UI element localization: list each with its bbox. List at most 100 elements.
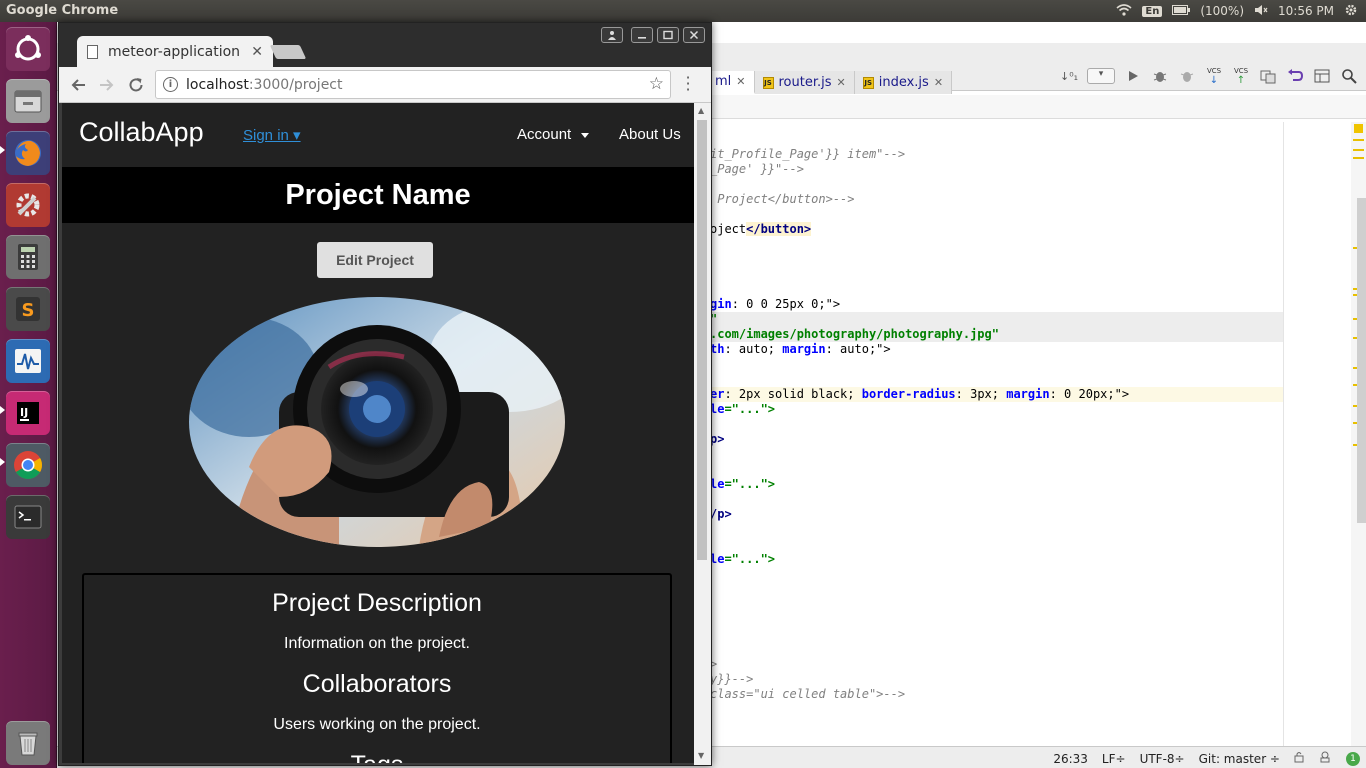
svg-text:S: S [22, 300, 35, 321]
close-icon[interactable]: ✕ [837, 76, 846, 89]
close-icon[interactable]: ✕ [736, 75, 745, 88]
account-label: Account [517, 126, 572, 143]
code-line: th: auto; margin: auto;"> [710, 342, 891, 356]
editor-tabs: ml ✕ JS router.js ✕ JS index.js ✕ [707, 71, 953, 94]
editor-scrollbar-thumb[interactable] [1357, 198, 1366, 523]
browser-tab[interactable]: meteor-application ✕ [77, 36, 273, 67]
site-navbar: CollabApp Sign in ▾ Account About Us [62, 103, 694, 167]
maximize-icon[interactable] [657, 27, 679, 43]
code-editor[interactable]: it_Profile_Page'}} item"--> _Page' }}"--… [707, 122, 1283, 747]
tags-heading: Tags [84, 751, 670, 763]
close-icon[interactable]: ✕ [934, 76, 943, 89]
line-separator[interactable]: LF÷ [1102, 752, 1126, 766]
profile-icon[interactable] [601, 27, 623, 43]
inspection-status-icon[interactable] [1354, 124, 1363, 133]
caret-position[interactable]: 26:33 [1053, 752, 1088, 766]
collaborators-heading: Collaborators [302, 670, 452, 698]
revert-icon[interactable] [1286, 67, 1304, 85]
editor-tab-label: router.js [778, 75, 832, 90]
tab-title: meteor-application [108, 43, 241, 60]
system-monitor-icon[interactable] [6, 339, 50, 383]
system-settings-icon[interactable] [6, 183, 50, 227]
inspector-icon[interactable] [1318, 750, 1332, 767]
forward-arrow-icon[interactable] [96, 74, 118, 96]
keyboard-layout-indicator[interactable]: En [1142, 5, 1163, 17]
intellij-idea-icon[interactable]: IJ [6, 391, 50, 435]
editor-tab-html[interactable]: ml ✕ [707, 71, 755, 94]
address-bar[interactable]: i localhost:3000/project ☆ [155, 70, 671, 99]
google-chrome-icon[interactable] [6, 443, 50, 487]
ubuntu-dash-icon[interactable] [6, 27, 50, 71]
terminal-icon[interactable] [6, 495, 50, 539]
compare-icon[interactable] [1259, 67, 1277, 85]
sort-numeric-icon[interactable]: ↓⁰₁ [1060, 67, 1078, 85]
files-icon[interactable] [6, 79, 50, 123]
sublime-text-icon[interactable]: S [6, 287, 50, 331]
back-arrow-icon[interactable] [67, 74, 89, 96]
collaborators-text: Users working on the project. [273, 716, 481, 733]
project-photo [189, 297, 565, 547]
sign-in-link[interactable]: Sign in ▾ [243, 126, 301, 144]
scroll-down-icon[interactable]: ▼ [698, 751, 704, 760]
chrome-toolbar: i localhost:3000/project ☆ · · · [59, 67, 711, 103]
wifi-icon[interactable] [1116, 3, 1132, 19]
chrome-tabstrip: meteor-application ✕ [59, 23, 711, 67]
reload-icon[interactable] [125, 74, 147, 96]
search-everywhere-icon[interactable] [1340, 67, 1358, 85]
code-line: gin: 0 0 25px 0;"> [710, 297, 841, 311]
code-line: it_Profile_Page'}} item"--> [710, 147, 906, 161]
chrome-window: meteor-application ✕ i localhost:3000/pr… [58, 22, 712, 766]
calculator-icon[interactable] [6, 235, 50, 279]
run-icon[interactable] [1124, 67, 1142, 85]
volume-muted-icon[interactable] [1254, 4, 1268, 19]
edit-project-button[interactable]: Edit Project [317, 242, 433, 278]
project-details-card: Project Description Information on the p… [82, 573, 672, 763]
code-line: le="..."> [710, 477, 776, 491]
clock[interactable]: 10:56 PM [1278, 4, 1334, 18]
account-menu[interactable]: Account [517, 126, 590, 143]
scroll-up-icon[interactable]: ▲ [698, 106, 704, 115]
about-us-link[interactable]: About Us [619, 126, 681, 143]
page-scrollbar-thumb[interactable] [697, 120, 707, 560]
vcs-commit-icon[interactable]: VCS ↑ [1232, 67, 1250, 86]
code-line: _Page' }}"--> [710, 162, 804, 176]
page-viewport: CollabApp Sign in ▾ Account About Us Pro… [62, 103, 694, 763]
notification-badge[interactable]: 1 [1346, 751, 1360, 766]
editor-tab-router-js[interactable]: JS router.js ✕ [754, 71, 855, 94]
code-line: le="..."> [710, 552, 776, 566]
code-line: Project</button>--> [710, 192, 855, 206]
session-gear-icon[interactable] [1344, 3, 1358, 20]
close-icon[interactable]: ✕ [251, 44, 263, 60]
new-tab-button[interactable] [269, 45, 307, 59]
file-encoding[interactable]: UTF-8÷ [1140, 752, 1185, 766]
lock-icon[interactable] [1294, 751, 1304, 766]
project-structure-icon[interactable] [1313, 67, 1331, 85]
git-branch[interactable]: Git: master ÷ [1199, 752, 1280, 766]
editor-tab-index-js[interactable]: JS index.js ✕ [854, 71, 953, 94]
coverage-icon[interactable] [1178, 67, 1196, 85]
code-line: oject</button> [710, 222, 812, 236]
battery-icon[interactable] [1172, 4, 1191, 18]
svg-text:IJ: IJ [20, 406, 28, 419]
battery-percent: (100%) [1200, 4, 1244, 18]
code-line: er: 2px solid black; border-radius: 3px;… [707, 387, 1283, 402]
bookmark-star-icon[interactable]: ☆ [649, 74, 664, 94]
system-tray: En (100%) 10:56 PM [1116, 0, 1366, 22]
code-line: /p> [710, 507, 732, 521]
page-icon [87, 44, 98, 59]
code-line: p> [710, 432, 725, 446]
url-path: :3000/project [248, 76, 343, 93]
debug-icon[interactable] [1151, 67, 1169, 85]
run-config-dropdown[interactable]: ▾ [1087, 68, 1115, 84]
description-heading: Project Description [272, 589, 482, 617]
code-line: " [707, 312, 1283, 327]
trash-icon[interactable] [6, 721, 50, 765]
chrome-menu-icon[interactable]: · · · [683, 70, 693, 98]
window-close-icon[interactable] [683, 27, 705, 43]
firefox-icon[interactable] [6, 131, 50, 175]
vcs-update-icon[interactable]: VCS ↓ [1205, 67, 1223, 86]
minimize-icon[interactable] [631, 27, 653, 43]
site-info-icon[interactable]: i [163, 77, 178, 92]
site-brand[interactable]: CollabApp [79, 117, 204, 148]
page-scrollbar[interactable]: ▲ ▼ [694, 103, 711, 765]
